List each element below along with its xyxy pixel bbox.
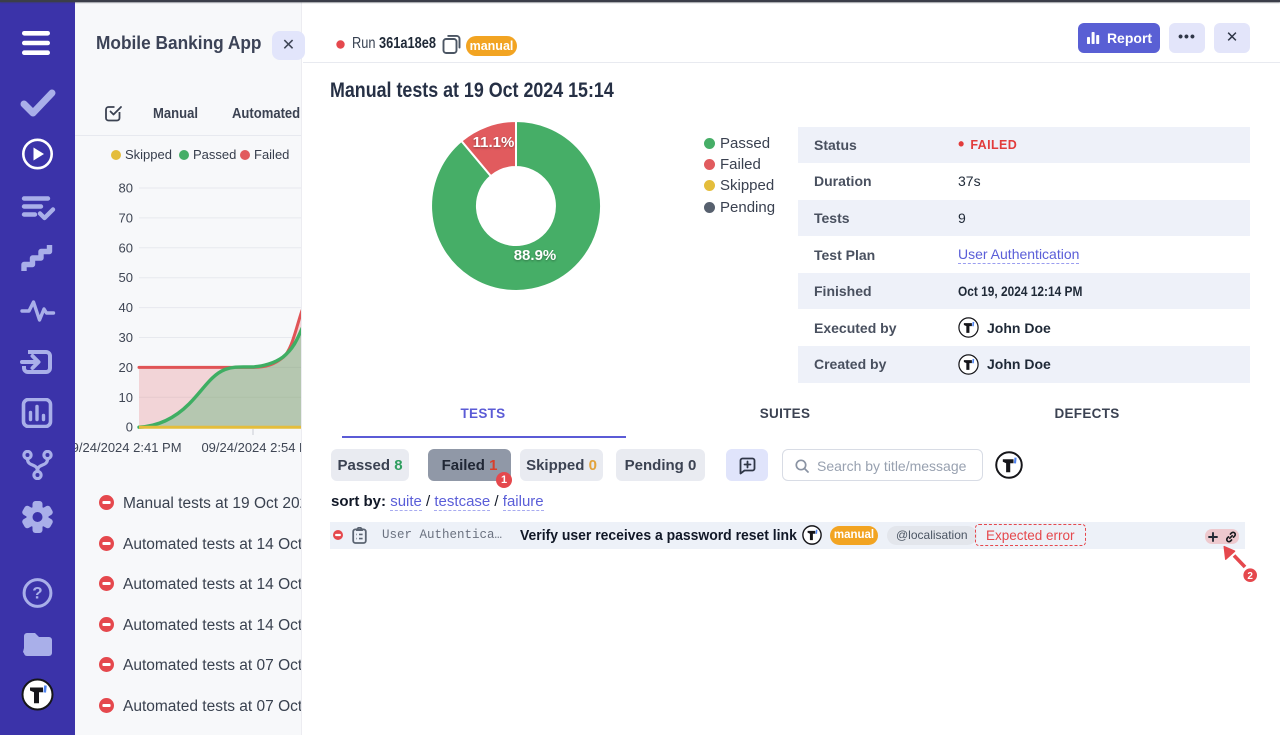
svg-text:30: 30: [119, 330, 133, 345]
svg-text:20: 20: [119, 360, 133, 375]
svg-text:60: 60: [119, 240, 133, 255]
svg-text:40: 40: [119, 300, 133, 315]
svg-text:11.1%: 11.1%: [473, 134, 515, 151]
svg-text:09/24/2024 2:54 PM: 09/24/2024 2:54 PM: [201, 440, 302, 455]
svg-text:0: 0: [126, 420, 133, 435]
svg-text:09/24/2024 2:41 PM: 09/24/2024 2:41 PM: [75, 440, 182, 455]
svg-text:?: ?: [32, 584, 42, 603]
svg-text:10: 10: [119, 390, 133, 405]
svg-text:80: 80: [119, 181, 133, 196]
svg-text:2: 2: [1247, 571, 1253, 582]
svg-text:70: 70: [119, 210, 133, 225]
svg-text:88.9%: 88.9%: [514, 247, 557, 264]
svg-text:50: 50: [119, 270, 133, 285]
